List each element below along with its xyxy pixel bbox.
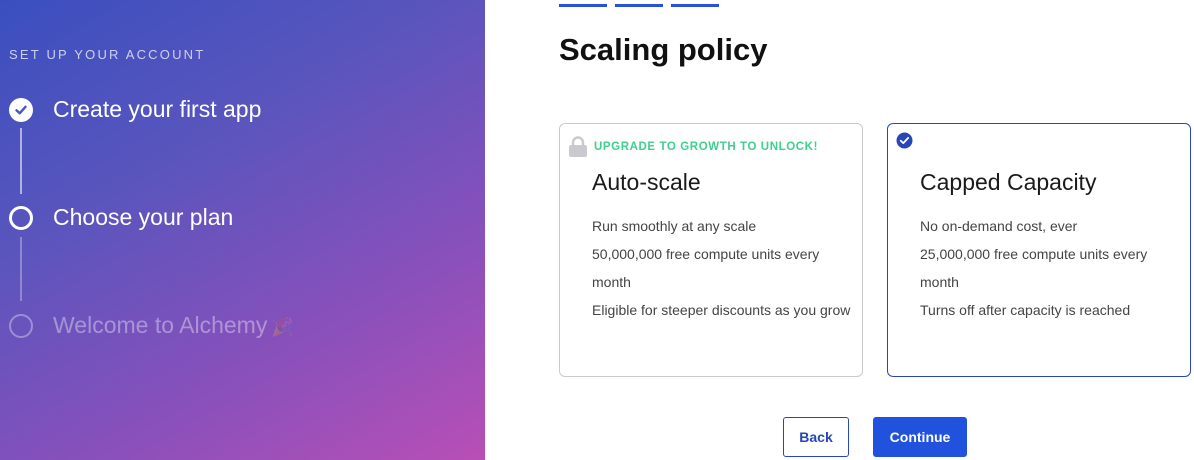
plan-card-auto-scale[interactable]: UPGRADE TO GROWTH TO UNLOCK! Auto-scale …: [559, 123, 863, 377]
feature-item: 50,000,000 free compute units every mont…: [592, 246, 820, 290]
onboarding-sidebar: SET UP YOUR ACCOUNT Create your first ap…: [0, 0, 485, 460]
continue-button[interactable]: Continue: [873, 417, 967, 457]
sidebar-heading: SET UP YOUR ACCOUNT: [9, 47, 206, 62]
party-popper-icon: 🎉: [271, 317, 294, 337]
feature-item: Turns off after capacity is reached: [920, 302, 1131, 318]
step-choose-plan[interactable]: Choose your plan: [9, 204, 233, 231]
step-connector: [20, 128, 22, 194]
feature-item: Eligible for steeper discounts as you gr…: [592, 302, 851, 318]
plan-name: Auto-scale: [592, 169, 701, 195]
lock-icon: [568, 136, 588, 158]
feature-item: Run smoothly at any scale: [592, 218, 757, 234]
step-label: Create your first app: [53, 96, 262, 122]
check-badge-icon: [896, 132, 913, 149]
step-label-text: Welcome to Alchemy: [53, 312, 268, 338]
progress-segment: [671, 4, 719, 7]
back-button[interactable]: Back: [783, 417, 849, 457]
empty-circle-icon: [9, 313, 33, 338]
check-circle-icon: [9, 97, 33, 122]
plan-name: Capped Capacity: [920, 169, 1097, 195]
progress-segment: [615, 4, 663, 7]
plan-features: Run smoothly at any scale 50,000,000 fre…: [592, 212, 854, 324]
step-welcome: Welcome to Alchemy 🎉: [9, 312, 294, 339]
page-title: Scaling policy: [559, 32, 768, 67]
plan-card-capped-capacity[interactable]: Capped Capacity No on-demand cost, ever …: [887, 123, 1191, 377]
feature-item: No on-demand cost, ever: [920, 218, 1078, 234]
upgrade-badge: UPGRADE TO GROWTH TO UNLOCK!: [594, 141, 819, 153]
step-label: Choose your plan: [53, 204, 234, 230]
step-create-app[interactable]: Create your first app: [9, 96, 261, 123]
plan-features: No on-demand cost, ever 25,000,000 free …: [920, 212, 1182, 324]
progress-segment: [559, 4, 607, 7]
step-label: Welcome to Alchemy 🎉: [53, 312, 294, 339]
app-root: SET UP YOUR ACCOUNT Create your first ap…: [0, 0, 1194, 460]
feature-item: 25,000,000 free compute units every mont…: [920, 246, 1148, 290]
ring-icon: [9, 205, 33, 230]
step-connector: [20, 237, 22, 301]
